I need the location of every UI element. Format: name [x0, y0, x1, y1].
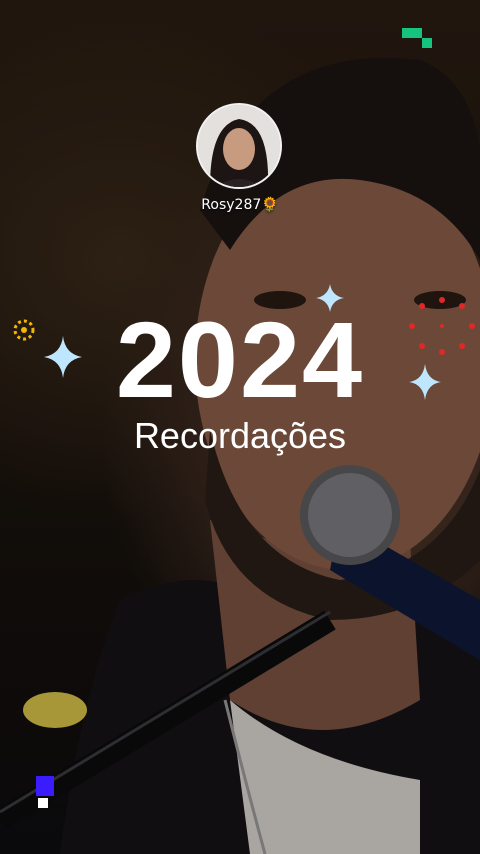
subtitle-label: Recordações: [133, 415, 347, 456]
pixel-block-icon: [402, 28, 432, 48]
pixel-block-icon: [36, 776, 54, 808]
avatar-portrait: [198, 105, 280, 187]
username-label[interactable]: Rosy287🌻: [0, 197, 480, 213]
avatar[interactable]: [196, 103, 282, 189]
year-title: 2024: [115, 299, 365, 420]
story-screen: Rosy287🌻 2024 Recordações: [0, 0, 480, 854]
